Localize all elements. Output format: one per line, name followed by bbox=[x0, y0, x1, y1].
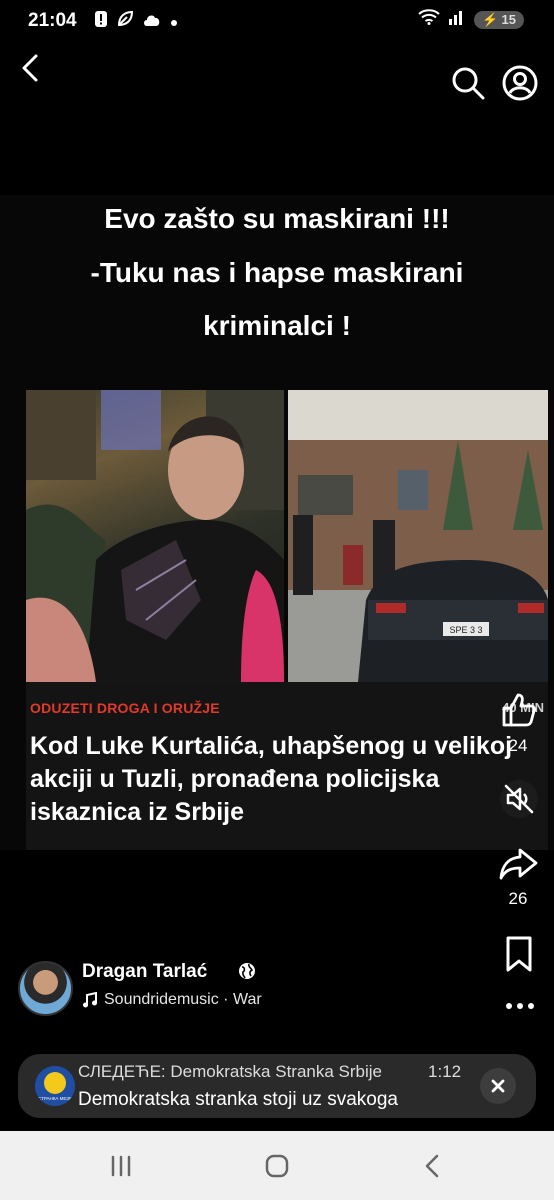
dot-icon bbox=[170, 12, 178, 32]
more-options-button[interactable] bbox=[504, 996, 536, 1016]
signal-icon bbox=[448, 9, 466, 30]
sound-off-icon bbox=[500, 780, 538, 818]
cloud-icon bbox=[142, 12, 162, 32]
svg-text:SPE 3 3: SPE 3 3 bbox=[449, 625, 482, 635]
share-button[interactable] bbox=[498, 846, 540, 882]
home-icon bbox=[265, 1154, 289, 1178]
system-back-button[interactable] bbox=[420, 1153, 446, 1179]
next-video-title: Demokratska stranka stoji uz svakoga bbox=[78, 1089, 398, 1110]
profile-button[interactable] bbox=[500, 63, 540, 103]
leaf-icon bbox=[116, 10, 134, 33]
notification-icons bbox=[94, 10, 178, 33]
next-video-banner[interactable]: СТРАНКА МЕЗЕ СЛЕДЕЋЕ: Demokratska Strank… bbox=[18, 1054, 536, 1118]
share-arrow-icon bbox=[499, 848, 538, 880]
man-photo bbox=[26, 390, 284, 682]
news-card: ODUZETI DROGA I ORUŽJE 40 MIN Kod Luke K… bbox=[26, 682, 548, 850]
battery-indicator: ⚡ 15 bbox=[474, 10, 524, 29]
profile-icon bbox=[502, 65, 538, 101]
next-video-label: СЛЕДЕЋЕ: Demokratska Stranka Srbije bbox=[78, 1062, 382, 1081]
globe-icon bbox=[238, 962, 256, 980]
bookmark-icon bbox=[506, 936, 532, 972]
charging-icon: ⚡ bbox=[482, 11, 499, 27]
back-button[interactable] bbox=[16, 52, 48, 84]
recents-button[interactable] bbox=[106, 1153, 136, 1179]
police-scene-photo: SPE 3 3 bbox=[288, 390, 548, 682]
status-bar: 21:04 ⚡ 15 bbox=[0, 0, 554, 44]
recents-icon bbox=[111, 1155, 131, 1177]
meme-line: Evo zašto su maskirani !!! bbox=[104, 203, 450, 234]
wifi-icon bbox=[418, 9, 441, 30]
chevron-left-icon bbox=[22, 54, 38, 82]
author-name[interactable]: Dragan Tarlać bbox=[82, 961, 207, 983]
save-button[interactable] bbox=[504, 935, 534, 973]
more-dots-icon bbox=[506, 1003, 534, 1009]
news-category: ODUZETI DROGA I ORUŽJE bbox=[30, 700, 220, 716]
home-button[interactable] bbox=[264, 1153, 290, 1179]
meme-line: kriminalci ! bbox=[203, 310, 351, 341]
music-note-icon bbox=[83, 992, 97, 1008]
audio-track[interactable]: Soundridemusic · War bbox=[82, 991, 262, 1009]
news-headline: Kod Luke Kurtalića, uhapšenog u velikoj … bbox=[30, 732, 513, 826]
search-icon bbox=[452, 67, 485, 100]
meme-caption: Evo zašto su maskirani !!! -Tuku nas i h… bbox=[0, 195, 554, 380]
battery-level: 15 bbox=[501, 12, 516, 27]
svg-text:СТРАНКА МЕЗЕ: СТРАНКА МЕЗЕ bbox=[38, 1096, 72, 1101]
search-button[interactable] bbox=[448, 63, 488, 103]
next-video-duration: 1:12 bbox=[428, 1062, 462, 1081]
clock: 21:04 bbox=[28, 10, 77, 31]
like-button[interactable] bbox=[490, 690, 546, 735]
reel-video[interactable]: Evo zašto su maskirani !!! -Tuku nas i h… bbox=[0, 195, 554, 850]
mute-button[interactable] bbox=[498, 778, 540, 820]
like-count: 24 bbox=[508, 736, 528, 755]
thumbs-up-icon bbox=[502, 693, 536, 727]
back-icon bbox=[425, 1154, 439, 1178]
avatar[interactable] bbox=[18, 961, 73, 1016]
close-icon bbox=[491, 1079, 505, 1093]
system-icons: ⚡ 15 bbox=[418, 9, 524, 30]
system-navigation-bar bbox=[0, 1131, 554, 1200]
share-count: 26 bbox=[508, 889, 528, 908]
close-banner-button[interactable] bbox=[480, 1068, 516, 1104]
next-video-thumbnail: СТРАНКА МЕЗЕ bbox=[35, 1066, 75, 1106]
alert-icon bbox=[94, 10, 108, 33]
audio-track-label: Soundridemusic · War bbox=[104, 991, 262, 1008]
meme-line: -Tuku nas i hapse maskirani bbox=[90, 257, 464, 288]
